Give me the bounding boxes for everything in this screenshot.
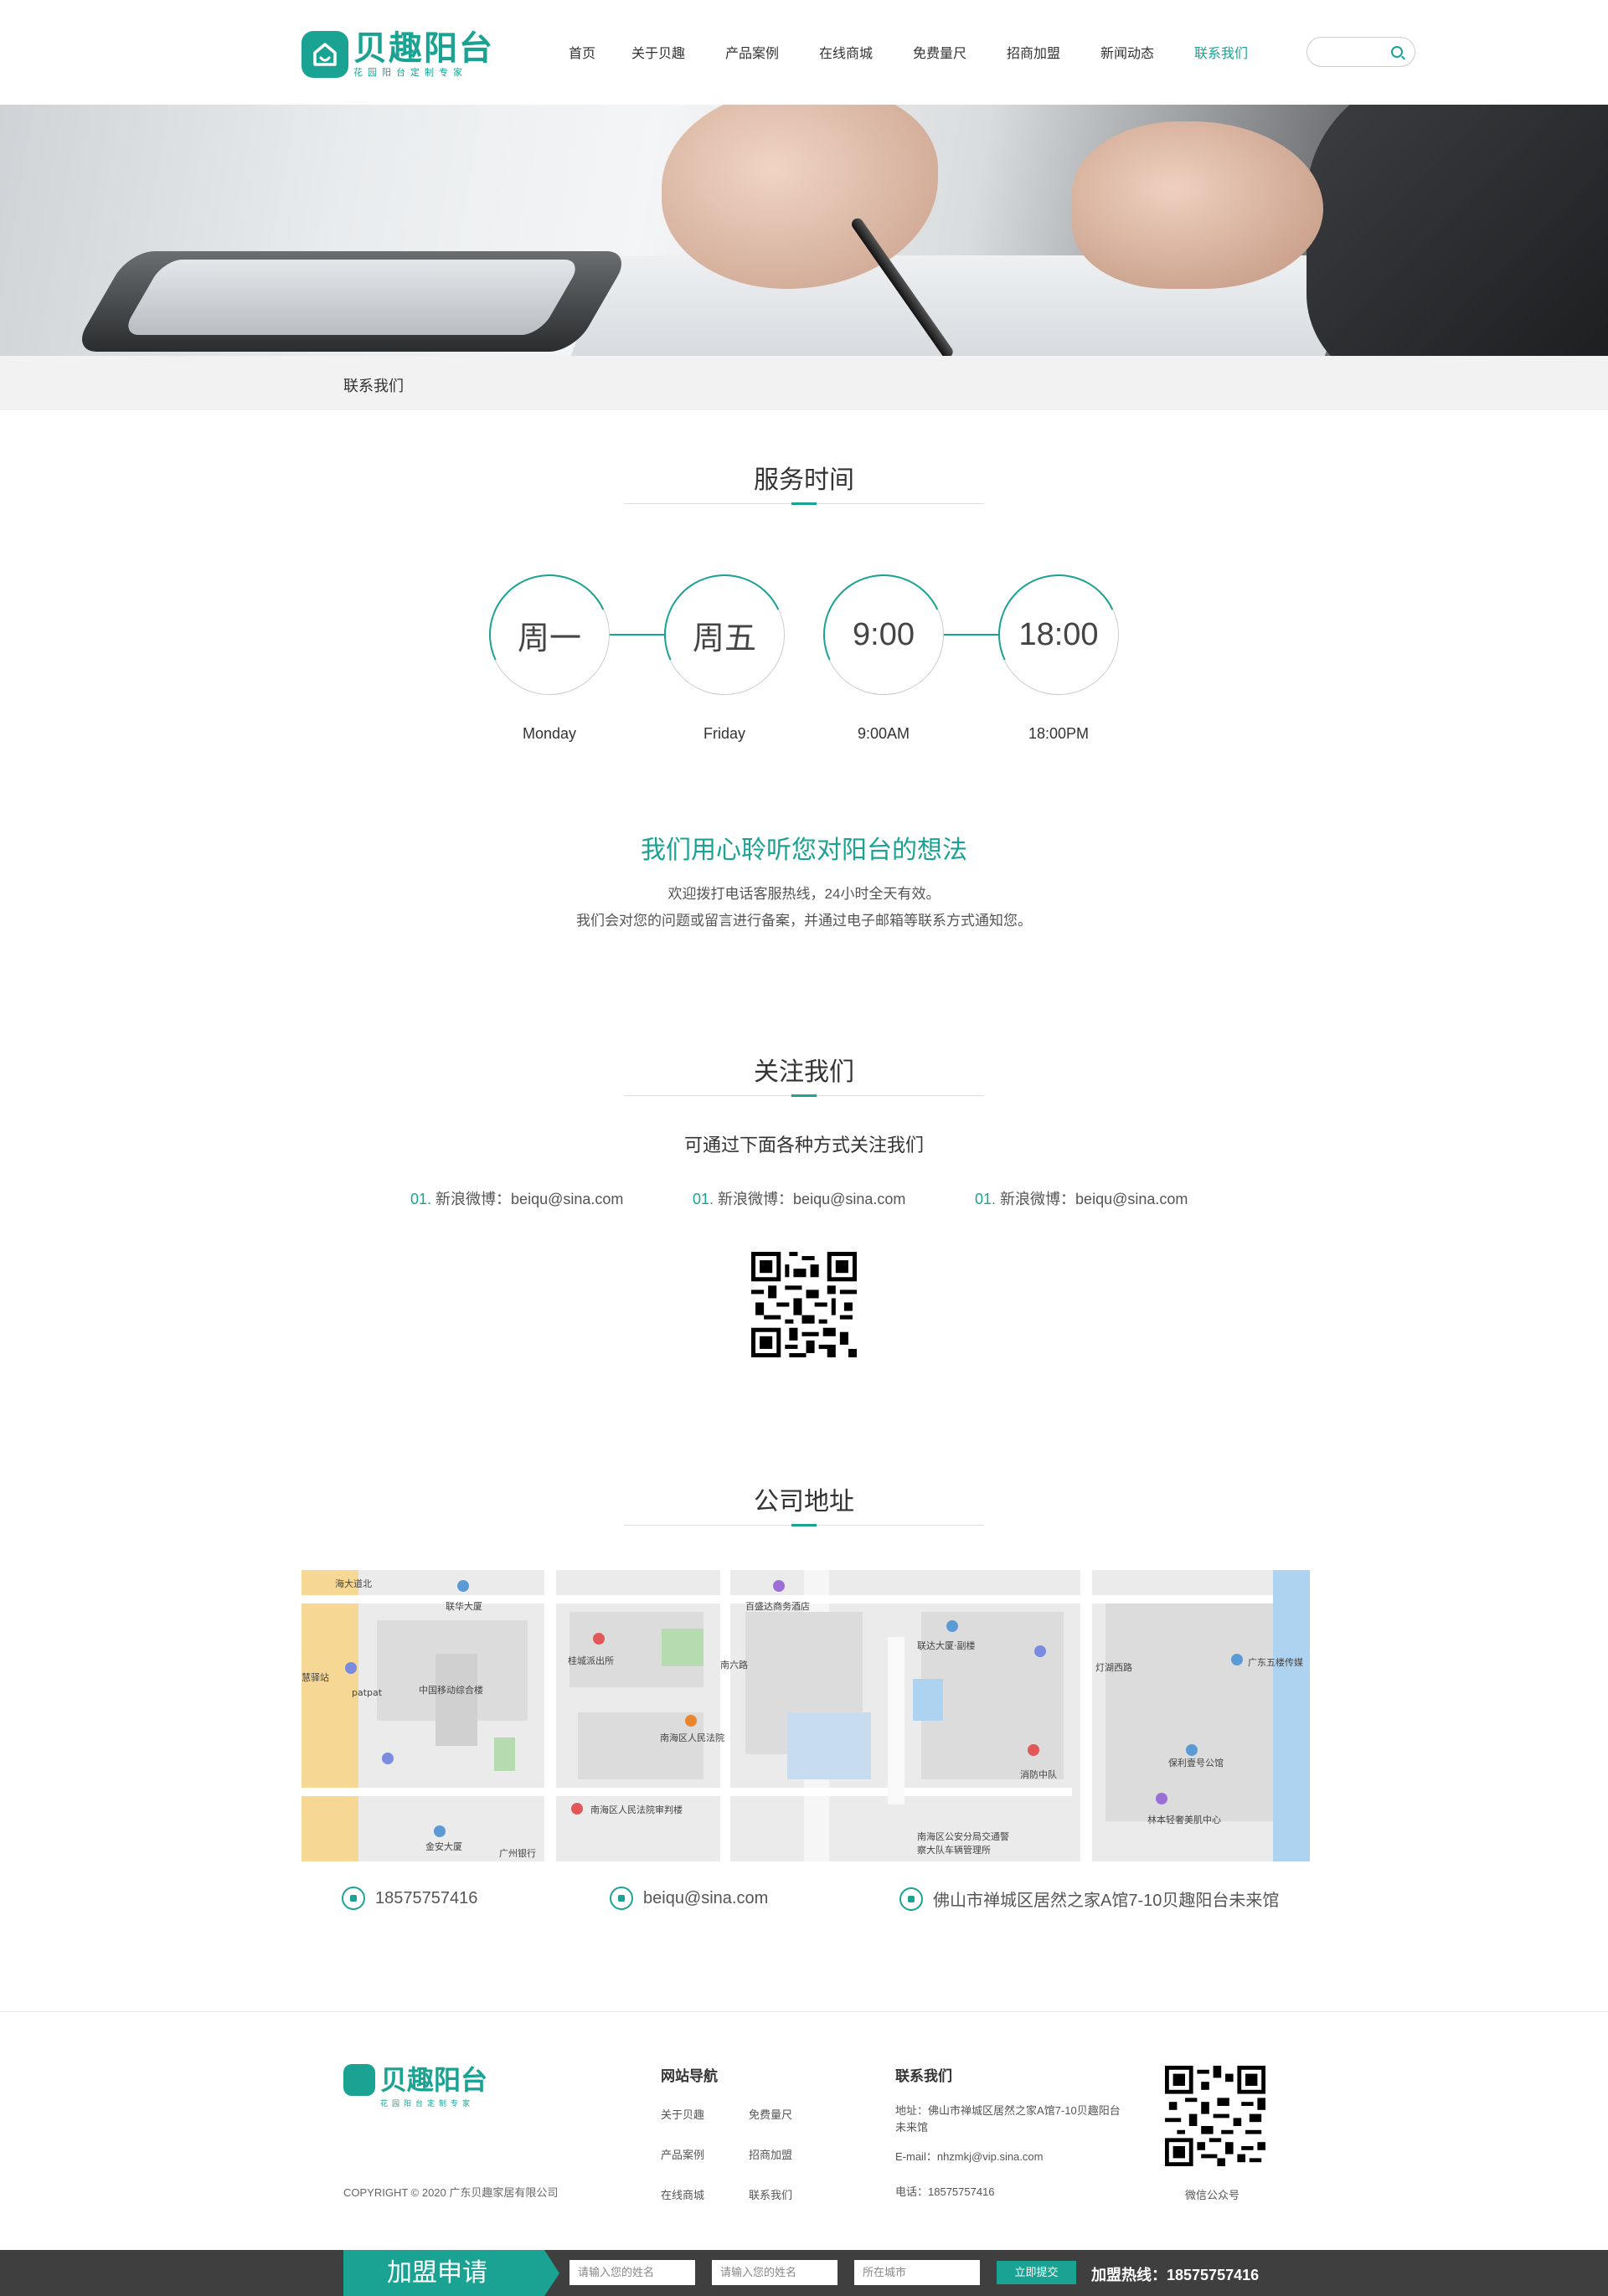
connector-line	[607, 634, 666, 636]
copyright: COPYRIGHT © 2020 广东贝趣家居有限公司	[343, 2186, 559, 2199]
footer-logo-title: 贝趣阳台	[380, 2065, 488, 2095]
main-nav: 首页 关于贝趣 产品案例 在线商城 免费量尺 招商加盟 新闻动态 联系我们	[553, 42, 1268, 62]
logo-title: 贝趣阳台	[353, 30, 494, 67]
breadcrumb[interactable]: 联系我们	[343, 374, 404, 396]
footer-link[interactable]: 关于贝趣	[661, 2106, 704, 2122]
nav-contact[interactable]: 联系我们	[1174, 42, 1268, 62]
footer-logo-subtitle: 花园阳台定制专家	[380, 2099, 475, 2108]
time-label-end: 18:00PM	[1028, 725, 1090, 742]
address-title-divider	[624, 1524, 984, 1526]
logo[interactable]: 贝趣阳台 花园阳台定制专家	[302, 30, 494, 79]
nav-news[interactable]: 新闻动态	[1080, 42, 1174, 62]
search-input[interactable]	[1306, 37, 1415, 67]
footer: 贝趣阳台 花园阳台定制专家 COPYRIGHT © 2020 广东贝趣家居有限公…	[0, 2011, 1608, 2250]
name-input-2[interactable]: 请输入您的姓名	[712, 2260, 838, 2285]
footer-link[interactable]: 联系我们	[749, 2186, 792, 2202]
time-circle-friday: 周五	[647, 557, 802, 713]
service-desc-line2: 我们会对您的问题或留言进行备案，并通过电子邮箱等联系方式通知您。	[576, 913, 1032, 929]
footer-phone: 电话：18575757416	[895, 2185, 995, 2198]
logo-subtitle: 花园阳台定制专家	[353, 68, 467, 78]
nav-about[interactable]: 关于贝趣	[611, 42, 705, 62]
nav-shop[interactable]: 在线商城	[799, 42, 893, 62]
nav-products[interactable]: 产品案例	[705, 42, 799, 62]
info-phone[interactable]: 18575757416	[342, 1887, 477, 1910]
house-logo-icon	[302, 31, 348, 78]
footer-nav-heading: 网站导航	[661, 2068, 718, 2084]
service-desc-line1: 欢迎拨打电话客服热线，24小时全天有效。	[667, 886, 941, 902]
follow-item[interactable]: 01. 新浪微博：beiqu@sina.com	[975, 1187, 1188, 1209]
slogan: 我们用心聆听您对阳台的想法	[641, 837, 967, 864]
info-email[interactable]: beiqu@sina.com	[610, 1887, 768, 1910]
nav-home[interactable]: 首页	[553, 42, 611, 62]
footer-address: 地址：佛山市禅城区居然之家A馆7-10贝趣阳台未来馆	[895, 2104, 1121, 2134]
join-title: 加盟申请	[343, 2250, 559, 2296]
footer-qr-label: 微信公众号	[1185, 2189, 1240, 2201]
time-label-friday: Friday	[703, 725, 745, 742]
city-input[interactable]: 所在城市	[854, 2260, 980, 2285]
header: 贝趣阳台 花园阳台定制专家 首页 关于贝趣 产品案例 在线商城 免费量尺 招商加…	[0, 0, 1608, 105]
follow-title: 关注我们	[754, 1058, 854, 1086]
nav-franchise[interactable]: 招商加盟	[987, 42, 1080, 62]
time-circle-end: 18:00	[981, 557, 1136, 713]
time-circle-start: 9:00	[806, 557, 961, 713]
follow-title-divider	[624, 1094, 984, 1097]
footer-email: E-mail：nhzmkj@vip.sina.com	[895, 2150, 1044, 2163]
footer-logo[interactable]: 贝趣阳台	[343, 2064, 487, 2096]
qr-code	[751, 1252, 857, 1357]
join-hotline: 加盟热线：18575757416	[1091, 2267, 1260, 2283]
service-title-divider	[624, 502, 984, 505]
follow-item[interactable]: 01. 新浪微博：beiqu@sina.com	[693, 1187, 905, 1209]
location-pin-icon	[899, 1887, 923, 1911]
map[interactable]: 联华大厦 百盛达商务酒店 联达大厦·副楼 广东五楼传媒 桂城派出所 中国移动综合…	[302, 1570, 1310, 1861]
nav-measure[interactable]: 免费量尺	[893, 42, 987, 62]
house-logo-icon	[343, 2064, 375, 2096]
breadcrumb-bar: 联系我们	[0, 356, 1608, 410]
footer-contact-heading: 联系我们	[895, 2068, 952, 2084]
footer-link[interactable]: 招商加盟	[749, 2146, 792, 2162]
address-title: 公司地址	[754, 1488, 854, 1516]
wechat-qr-code	[1165, 2066, 1265, 2166]
footer-link[interactable]: 在线商城	[661, 2186, 704, 2202]
info-address: 佛山市禅城区居然之家A馆7-10贝趣阳台未来馆	[899, 1887, 1279, 1911]
banner-image	[0, 105, 1608, 356]
time-label-start: 9:00AM	[857, 725, 910, 742]
submit-button[interactable]: 立即提交	[997, 2261, 1076, 2284]
join-bar: 加盟申请 请输入您的姓名 请输入您的姓名 所在城市 立即提交 加盟热线：1857…	[0, 2250, 1608, 2296]
footer-link[interactable]: 产品案例	[661, 2146, 704, 2162]
follow-subtitle: 可通过下面各种方式关注我们	[683, 1135, 924, 1156]
service-title: 服务时间	[754, 466, 854, 494]
time-circle-monday: 周一	[472, 557, 627, 713]
footer-link[interactable]: 免费量尺	[749, 2106, 792, 2122]
mail-icon	[610, 1887, 633, 1910]
name-input[interactable]: 请输入您的姓名	[570, 2260, 695, 2285]
connector-line	[943, 634, 1002, 636]
phone-icon	[342, 1887, 365, 1910]
follow-item[interactable]: 01. 新浪微博：beiqu@sina.com	[410, 1187, 623, 1209]
search-icon[interactable]	[1391, 46, 1403, 58]
time-label-monday: Monday	[522, 725, 577, 742]
